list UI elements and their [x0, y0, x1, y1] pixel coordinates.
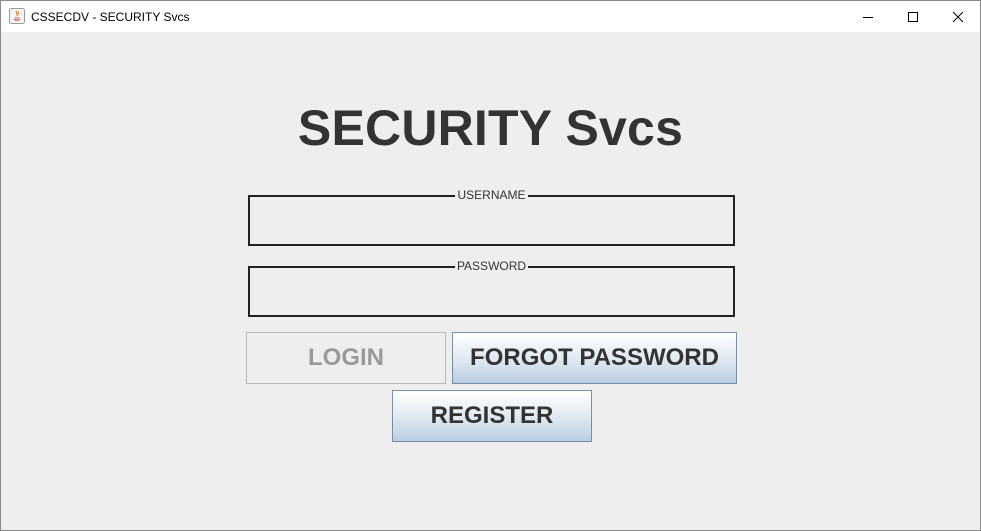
password-label: PASSWORD: [454, 259, 529, 273]
password-field[interactable]: PASSWORD: [248, 259, 735, 317]
page-title: SECURITY Svcs: [297, 100, 684, 156]
minimize-icon: [863, 16, 873, 18]
app-window: CSSECDV - SECURITY Svcs SECURITY Svcs US…: [0, 0, 981, 531]
maximize-button[interactable]: [890, 1, 936, 32]
minimize-button[interactable]: [845, 1, 891, 32]
close-button[interactable]: [935, 1, 981, 32]
password-input[interactable]: [256, 278, 730, 308]
forgot-password-button[interactable]: FORGOT PASSWORD: [452, 332, 737, 384]
login-button[interactable]: LOGIN: [246, 332, 446, 384]
close-icon: [952, 11, 964, 22]
username-input[interactable]: [256, 207, 730, 237]
maximize-icon: [908, 11, 918, 22]
register-button[interactable]: REGISTER: [392, 390, 592, 442]
java-app-icon: [9, 8, 25, 24]
login-panel: SECURITY Svcs USERNAME PASSWORD LOGIN FO…: [1, 32, 980, 530]
title-bar[interactable]: CSSECDV - SECURITY Svcs: [1, 1, 980, 32]
username-label: USERNAME: [455, 188, 528, 202]
window-title: CSSECDV - SECURITY Svcs: [31, 10, 190, 24]
username-field[interactable]: USERNAME: [248, 188, 735, 246]
